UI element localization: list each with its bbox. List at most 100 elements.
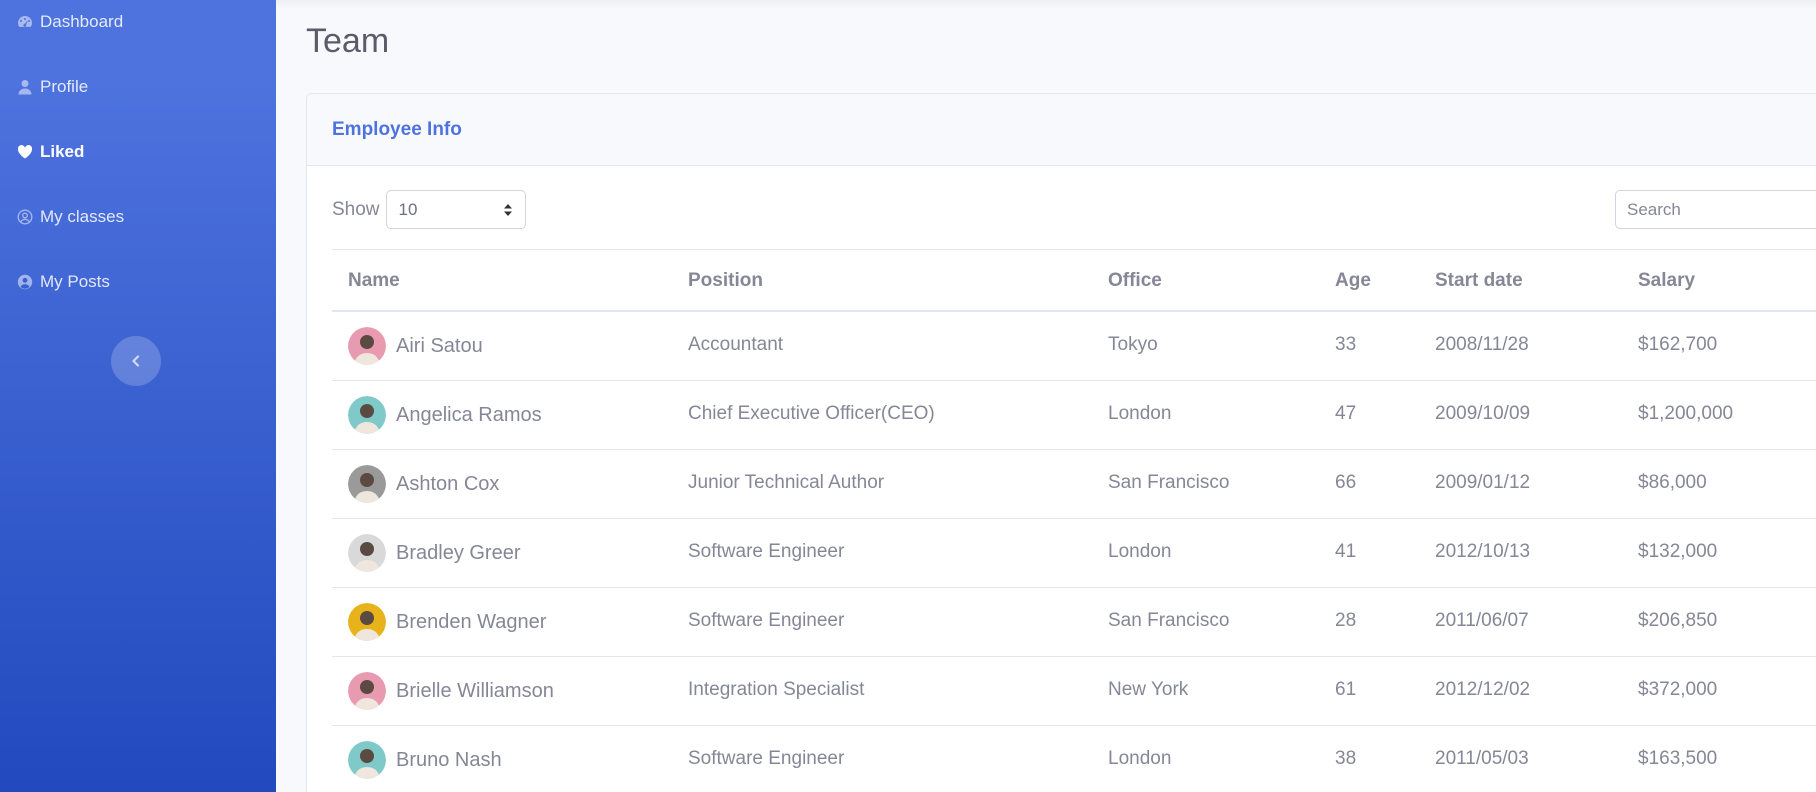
office-cell: San Francisco (1108, 610, 1230, 631)
name-cell: Bradley Greer (348, 534, 521, 572)
name-cell: Angelica Ramos (348, 396, 542, 434)
salary-cell: $86,000 (1638, 472, 1707, 493)
employee-info-card: Employee Info Show 10 Name Position Offi… (306, 93, 1816, 792)
position-cell: Software Engineer (688, 541, 845, 562)
page-length-control: Show 10 (332, 190, 526, 229)
salary-cell: $162,700 (1638, 334, 1718, 355)
office-cell: London (1108, 403, 1172, 424)
sidebar-item-dashboard[interactable]: Dashboard (16, 12, 123, 32)
table-row[interactable]: Ashton Cox Junior Technical Author San Fra… (332, 450, 1816, 519)
avatar (348, 396, 386, 434)
avatar (348, 534, 386, 572)
name-cell: Bruno Nash (348, 741, 502, 779)
sidebar-item-label: My Posts (40, 272, 110, 291)
start-date-cell: 2008/11/28 (1435, 334, 1529, 355)
salary-cell: $372,000 (1638, 679, 1718, 700)
employee-name: Airi Satou (396, 334, 483, 357)
age-cell: 41 (1335, 541, 1357, 562)
table-row[interactable]: Airi Satou Accountant Tokyo 33 2008/11/28 $16… (332, 312, 1816, 381)
table-row[interactable]: Brenden Wagner Software Engineer San Franc… (332, 588, 1816, 657)
start-date-cell: 2012/10/13 (1435, 541, 1531, 562)
user-circle-icon (16, 208, 34, 226)
avatar (348, 327, 386, 365)
employee-name: Bruno Nash (396, 748, 502, 771)
office-cell: Tokyo (1108, 334, 1158, 355)
avatar (348, 603, 386, 641)
employee-name: Bradley Greer (396, 541, 521, 564)
salary-cell: $132,000 (1638, 541, 1718, 562)
avatar (348, 741, 386, 779)
sidebar-item-label: Dashboard (40, 12, 124, 31)
age-cell: 47 (1335, 403, 1357, 424)
sidebar-item-label: Liked (40, 142, 85, 161)
table-body: Airi Satou Accountant Tokyo 33 2008/11/28 $16… (332, 312, 1816, 792)
sort-arrows-icon (503, 203, 513, 217)
position-cell: Junior Technical Author (688, 472, 885, 493)
salary-cell: $163,500 (1638, 748, 1718, 769)
sidebar-item-label: My classes (40, 207, 125, 226)
name-cell: Ashton Cox (348, 465, 499, 503)
avatar (348, 672, 386, 710)
page-size-select[interactable]: 10 (385, 190, 526, 229)
start-date-cell: 2011/05/03 (1435, 748, 1529, 769)
employee-name: Angelica Ramos (396, 403, 542, 426)
table-row[interactable]: Angelica Ramos Chief Executive Officer(CE… (332, 381, 1816, 450)
salary-cell: $206,850 (1638, 610, 1718, 631)
column-header-position[interactable]: Position (688, 270, 763, 292)
table-header: Name Position Office Age Start date Sala… (332, 250, 1816, 312)
salary-cell: $1,200,000 (1638, 403, 1734, 424)
employee-name: Ashton Cox (396, 472, 500, 495)
show-label: Show (332, 198, 380, 220)
sidebar-item-liked[interactable]: Liked (16, 142, 84, 162)
position-cell: Software Engineer (688, 748, 845, 769)
name-cell: Brenden Wagner (348, 603, 546, 641)
office-cell: New York (1108, 679, 1189, 700)
column-header-salary[interactable]: Salary (1638, 270, 1695, 292)
dashboard-gauge-icon (16, 13, 34, 31)
age-cell: 38 (1335, 748, 1357, 769)
sidebar-toggle-button[interactable] (111, 336, 161, 386)
start-date-cell: 2009/01/12 (1435, 472, 1531, 493)
table-row[interactable]: Bradley Greer Software Engineer London 41 20… (332, 519, 1816, 588)
name-cell: Airi Satou (348, 327, 483, 365)
position-cell: Integration Specialist (688, 679, 865, 700)
topbar-shadow (276, 0, 1816, 10)
position-cell: Accountant (688, 334, 784, 355)
age-cell: 33 (1335, 334, 1357, 355)
table-row[interactable]: Brielle Williamson Integration Specialist… (332, 657, 1816, 726)
employee-name: Brielle Williamson (396, 679, 554, 702)
table-row[interactable]: Bruno Nash Software Engineer London 38 2011/… (332, 726, 1816, 792)
user-circle-solid-icon (16, 273, 34, 291)
age-cell: 28 (1335, 610, 1357, 631)
start-date-cell: 2012/12/02 (1435, 679, 1531, 700)
start-date-cell: 2011/06/07 (1435, 610, 1529, 631)
column-header-start-date[interactable]: Start date (1435, 270, 1523, 292)
column-header-office[interactable]: Office (1108, 270, 1162, 292)
office-cell: London (1108, 748, 1172, 769)
search-input[interactable] (1615, 190, 1816, 229)
position-cell: Chief Executive Officer(CEO) (688, 403, 935, 424)
sidebar-item-my-posts[interactable]: My Posts (16, 272, 110, 292)
user-icon (16, 78, 34, 96)
office-cell: London (1108, 541, 1172, 562)
sidebar: Dashboard Profile Liked My classes My Po… (0, 0, 276, 792)
page-title: Team (306, 22, 390, 60)
position-cell: Software Engineer (688, 610, 845, 631)
sidebar-item-profile[interactable]: Profile (16, 77, 88, 97)
column-header-name[interactable]: Name (348, 270, 400, 292)
office-cell: San Francisco (1108, 472, 1230, 493)
sidebar-item-my-classes[interactable]: My classes (16, 207, 124, 227)
age-cell: 61 (1335, 679, 1357, 700)
start-date-cell: 2009/10/09 (1435, 403, 1531, 424)
name-cell: Brielle Williamson (348, 672, 554, 710)
sidebar-item-label: Profile (40, 77, 89, 96)
column-header-age[interactable]: Age (1335, 270, 1371, 292)
chevron-left-icon (129, 354, 143, 368)
page-size-value: 10 (398, 199, 418, 219)
heart-icon (16, 143, 34, 161)
employee-name: Brenden Wagner (396, 610, 547, 633)
card-header: Employee Info (307, 94, 1816, 166)
avatar (348, 465, 386, 503)
card-title: Employee Info (332, 118, 462, 140)
employee-table: Name Position Office Age Start date Sala… (332, 249, 1816, 792)
